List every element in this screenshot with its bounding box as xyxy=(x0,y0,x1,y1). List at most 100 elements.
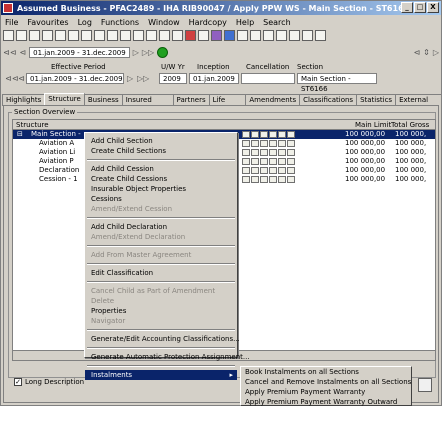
row-icon xyxy=(251,158,259,165)
menu-item-add-child-cession[interactable]: Add Child Cession xyxy=(85,164,237,174)
menu-item-generate-accounting[interactable]: Generate/Edit Accounting Classifications… xyxy=(85,334,240,344)
minimize-button[interactable]: _ xyxy=(401,2,413,13)
spinner-icon[interactable]: ⇕ xyxy=(423,48,430,57)
period-range[interactable]: 01.jan.2009 - 31.dec.2009 xyxy=(29,47,130,58)
link-icon[interactable] xyxy=(224,30,235,41)
instalments-submenu: Book Instalments on all Sections Cancel … xyxy=(240,366,412,406)
collapse-icon[interactable]: ⊟ xyxy=(17,130,23,139)
calendar-icon[interactable] xyxy=(263,30,274,41)
save-icon[interactable] xyxy=(29,30,40,41)
header-first-button[interactable]: ⊲⊲ xyxy=(5,74,18,83)
row-icon xyxy=(251,176,259,183)
row-icon xyxy=(251,140,259,147)
menu-item-apply-ppw[interactable]: Apply Premium Payment Warranty xyxy=(241,387,411,397)
find-icon[interactable] xyxy=(94,30,105,41)
status-ok-icon xyxy=(157,47,169,58)
print-icon[interactable] xyxy=(42,30,53,41)
menu-separator xyxy=(87,281,235,283)
history-icon[interactable] xyxy=(198,30,209,41)
stats-icon[interactable] xyxy=(315,30,326,41)
folder-icon[interactable] xyxy=(276,30,287,41)
row-icon xyxy=(287,176,295,183)
menu-item-edit-classification[interactable]: Edit Classification xyxy=(85,268,237,278)
attach-icon[interactable] xyxy=(250,30,261,41)
next-period-button[interactable]: ▷ xyxy=(133,48,139,57)
header-next-button[interactable]: ▷ xyxy=(127,74,133,83)
menu-item-generate-protection[interactable]: Generate Automatic Protection Assignment… xyxy=(85,352,250,362)
row-icon xyxy=(287,131,295,138)
last-period-button[interactable]: ▷▷ xyxy=(142,48,154,57)
menu-separator xyxy=(87,329,235,331)
menu-help[interactable]: Help xyxy=(236,18,254,27)
menu-file[interactable]: File xyxy=(5,18,18,27)
col-main-limit[interactable]: Main Limit xyxy=(355,120,391,130)
maximize-button[interactable]: □ xyxy=(414,2,426,13)
row-icon xyxy=(269,149,277,156)
menu-hardcopy[interactable]: Hardcopy xyxy=(189,18,227,27)
menu-item-insurable-object-properties[interactable]: Insurable Object Properties xyxy=(85,184,237,194)
row-icon xyxy=(260,176,268,183)
row-icon xyxy=(269,167,277,174)
menu-item-cancel-remove-instalments[interactable]: Cancel and Remove Instalments on all Sec… xyxy=(241,377,411,387)
note-icon[interactable] xyxy=(172,30,183,41)
cancellation-label: Cancellation xyxy=(246,63,290,71)
prev-period-button[interactable]: ⊲ xyxy=(19,48,26,57)
report-icon[interactable] xyxy=(120,30,131,41)
mail-icon[interactable] xyxy=(211,30,222,41)
long-description-checkbox[interactable]: ✓ xyxy=(14,378,22,386)
menu-item-instalments[interactable]: Instalments ▸ xyxy=(85,370,237,380)
menu-separator xyxy=(87,365,235,367)
header-prev-button[interactable]: ⊲ xyxy=(18,74,25,83)
next-item-icon[interactable]: ▷ xyxy=(433,48,439,57)
new-icon[interactable] xyxy=(3,30,14,41)
doc-icon[interactable] xyxy=(237,30,248,41)
row-icon xyxy=(260,140,268,147)
menu-separator xyxy=(87,245,235,247)
home-icon[interactable] xyxy=(289,30,300,41)
col-structure[interactable]: Structure xyxy=(16,120,49,130)
menu-favourites[interactable]: Favourites xyxy=(27,18,68,27)
edit-note-icon[interactable] xyxy=(418,378,432,392)
paste-icon[interactable] xyxy=(81,30,92,41)
section-field[interactable]: Main Section - ST6166 xyxy=(297,73,377,93)
menu-item-properties[interactable]: Properties xyxy=(85,306,237,316)
tools-icon[interactable] xyxy=(302,30,313,41)
flag-icon[interactable] xyxy=(185,30,196,41)
copy-icon[interactable] xyxy=(68,30,79,41)
header-last-button[interactable]: ▷▷ xyxy=(137,74,149,83)
inception-field[interactable]: 01.jan.2009 xyxy=(189,73,239,84)
context-menu: Add Child Section Create Child Sections … xyxy=(84,132,250,380)
open-icon[interactable] xyxy=(16,30,27,41)
menu-window[interactable]: Window xyxy=(148,18,180,27)
detail-icon[interactable] xyxy=(159,30,170,41)
menu-log[interactable]: Log xyxy=(78,18,92,27)
first-period-button[interactable]: ⊲⊲ xyxy=(3,48,16,57)
close-button[interactable]: X xyxy=(427,2,439,13)
list-icon[interactable] xyxy=(146,30,157,41)
uw-yr-field[interactable]: 2009 xyxy=(159,73,187,84)
effective-period-field[interactable]: 01.jan.2009 - 31.dec.2009 xyxy=(26,73,124,84)
row-icon xyxy=(287,158,295,165)
prev-item-icon[interactable]: ⊲ xyxy=(413,48,420,57)
long-description-label: Long Description xyxy=(25,378,85,386)
cancellation-field[interactable] xyxy=(241,73,295,84)
menu-item-apply-ppw-outward[interactable]: Apply Premium Payment Warranty Outward xyxy=(241,397,411,407)
menu-item-create-child-sections[interactable]: Create Child Sections xyxy=(85,146,237,156)
inception-label: Inception xyxy=(197,63,230,71)
menu-item-add-child-section[interactable]: Add Child Section xyxy=(85,136,237,146)
menu-item-book-instalments[interactable]: Book Instalments on all Sections xyxy=(241,367,411,377)
menu-separator xyxy=(87,263,235,265)
menu-item-create-child-cessions[interactable]: Create Child Cessions xyxy=(85,174,237,184)
row-icon xyxy=(251,131,259,138)
menu-item-add-child-declaration[interactable]: Add Child Declaration xyxy=(85,222,237,232)
row-icon xyxy=(278,176,286,183)
row-icon xyxy=(242,176,250,183)
preview-icon[interactable] xyxy=(55,30,66,41)
menu-item-cessions[interactable]: Cessions xyxy=(85,194,237,204)
menu-search[interactable]: Search xyxy=(263,18,290,27)
menu-functions[interactable]: Functions xyxy=(101,18,139,27)
section-overview-label: Section Overview xyxy=(12,108,78,116)
filter-icon[interactable] xyxy=(107,30,118,41)
row-icon xyxy=(278,140,286,147)
calc-icon[interactable] xyxy=(133,30,144,41)
